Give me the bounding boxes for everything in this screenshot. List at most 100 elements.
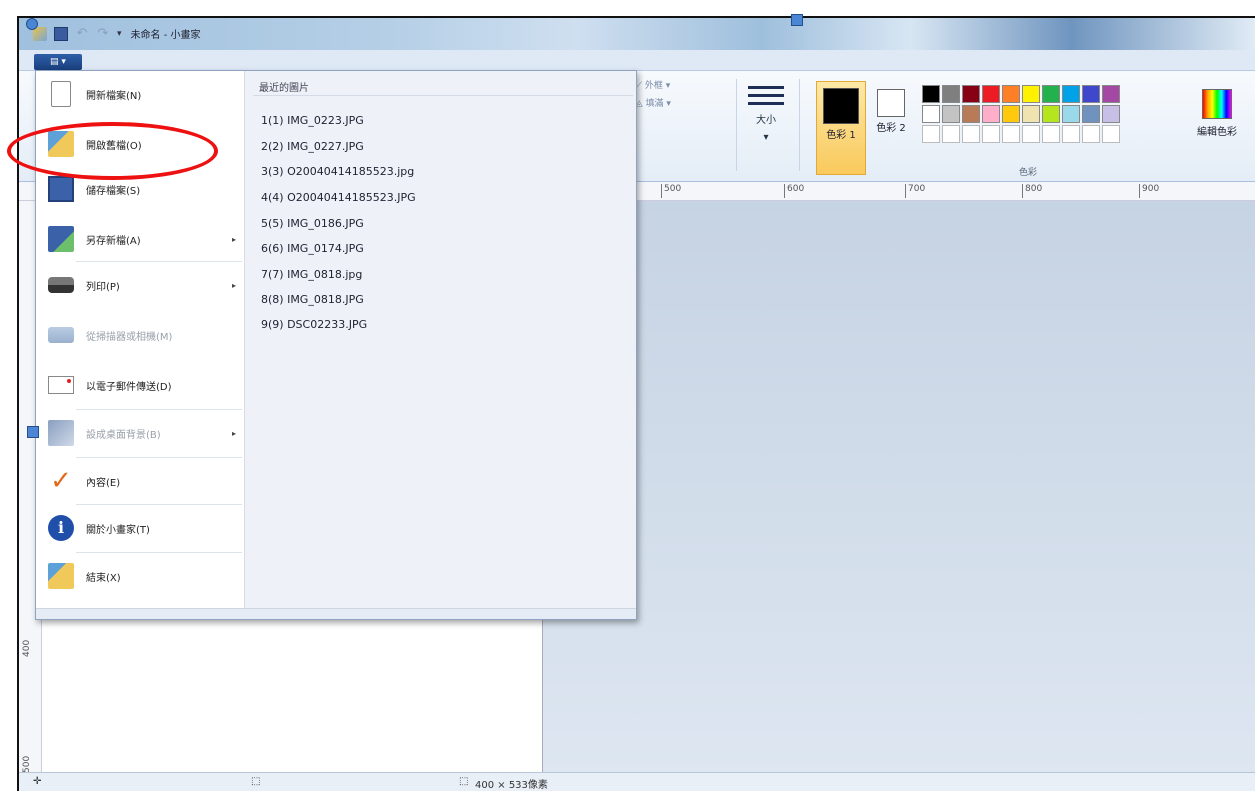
size-button[interactable]: 大小 ▾ [742,81,790,143]
custom-color-slot[interactable] [942,125,960,143]
color1-label: 色彩 1 [826,130,856,141]
customize-toolbar-icon[interactable]: ▾ [117,29,122,39]
palette-swatch[interactable] [922,85,940,103]
ruler-tick: 700 [905,184,925,198]
palette-swatch[interactable] [1042,85,1060,103]
recent-file-item[interactable]: 7(7) IMG_0818.jpg [261,268,362,281]
desktop-background-icon [48,420,74,446]
size-label: 大小 [756,115,776,126]
info-icon: i [48,515,74,541]
palette-swatch[interactable] [1102,105,1120,123]
palette-swatch[interactable] [1082,85,1100,103]
palette-swatch[interactable] [962,105,980,123]
palette-swatch[interactable] [922,105,940,123]
recent-file-item[interactable]: 4(4) O20040414185523.JPG [261,191,416,204]
chevron-down-icon: ▾ [763,132,769,143]
palette-swatch[interactable] [1042,105,1060,123]
menu-item-properties[interactable]: ✓ 內容(E) [36,461,244,501]
palette-swatch[interactable] [982,85,1000,103]
ribbon-tab-bar [19,50,1255,71]
image-size-icon: ⬚ [459,776,469,787]
palette-swatch[interactable] [1082,105,1100,123]
palette-swatch[interactable] [982,105,1000,123]
edit-colors-label: 編輯色彩 [1197,127,1237,138]
save-as-icon [48,226,74,252]
menu-separator [76,457,242,458]
palette-swatch[interactable] [1002,105,1020,123]
color-palette [922,85,1120,143]
properties-icon: ✓ [50,466,72,496]
recent-pictures-panel: 最近的圖片 1(1) IMG_0223.JPG 2(2) IMG_0227.JP… [245,71,636,609]
custom-color-slot[interactable] [1062,125,1080,143]
custom-color-slot[interactable] [1082,125,1100,143]
color2-button[interactable]: 色彩 2 [871,85,911,134]
recent-file-item[interactable]: 6(6) IMG_0174.JPG [261,242,364,255]
palette-swatch[interactable] [1022,105,1040,123]
custom-color-slot[interactable] [922,125,940,143]
custom-color-slot[interactable] [1042,125,1060,143]
recent-file-item[interactable]: 9(9) DSC02233.JPG [261,318,367,331]
ruler-tick: 900 [1139,184,1159,198]
submenu-arrow-icon: ▸ [231,280,236,290]
custom-color-slot[interactable] [982,125,1000,143]
submenu-arrow-icon: ▸ [231,234,236,244]
file-menu-footer [36,608,636,619]
menu-separator [76,552,242,553]
custom-color-slot[interactable] [1022,125,1040,143]
menu-item-save-as[interactable]: 另存新檔(A) ▸ [36,219,244,259]
menu-item-exit[interactable]: 結束(X) [36,556,244,596]
palette-swatch[interactable] [1062,85,1080,103]
ribbon-separator [799,79,800,171]
palette-swatch[interactable] [1022,85,1040,103]
scanner-icon [48,327,74,343]
color2-swatch [877,89,905,117]
window-title: 未命名 - 小畫家 [130,30,201,41]
menu-item-from-scanner[interactable]: 從掃描器或相機(M) [36,315,244,355]
custom-color-slot[interactable] [962,125,980,143]
palette-swatch[interactable] [942,85,960,103]
custom-color-slot[interactable] [1102,125,1120,143]
resize-handle[interactable] [27,426,39,438]
quick-access-toolbar: ↶ ↷ ▾ 未命名 - 小畫家 [33,26,201,41]
save-icon[interactable] [54,26,68,41]
menu-separator [76,261,242,262]
paint-menu-button[interactable]: ▤ ▾ [34,54,82,70]
menu-item-about[interactable]: i 關於小畫家(T) [36,508,244,548]
resize-handle[interactable] [26,18,38,30]
menu-item-send-email[interactable]: 以電子郵件傳送(D) [36,365,244,405]
highlight-circle [7,122,218,180]
color1-button[interactable]: 色彩 1 [816,81,866,175]
resize-handle[interactable] [791,14,803,26]
ruler-tick: 800 [1022,184,1042,198]
color1-swatch [823,88,859,124]
palette-swatch[interactable] [1002,85,1020,103]
edit-colors-button[interactable]: 編輯色彩 [1187,89,1247,138]
recent-file-item[interactable]: 8(8) IMG_0818.JPG [261,293,364,306]
recent-file-item[interactable]: 2(2) IMG_0227.JPG [261,140,364,153]
palette-swatch[interactable] [942,105,960,123]
menu-item-print[interactable]: 列印(P) ▸ [36,265,244,305]
recent-header-divider [253,95,633,96]
palette-swatch[interactable] [1062,105,1080,123]
menu-separator [76,504,242,505]
ruler-tick: 600 [784,184,804,198]
redo-icon[interactable]: ↷ [96,26,110,41]
menu-item-set-desktop-background[interactable]: 設成桌面背景(B) ▸ [36,413,244,453]
menu-separator [76,409,242,410]
palette-swatch[interactable] [1102,85,1120,103]
paint-window: ↶ ↷ ▾ 未命名 - 小畫家 ▤ ▾ ▫ · ⟋ 外框 ▾ ▫ · ◬ 填滿 … [17,16,1255,791]
title-bar: ↶ ↷ ▾ 未命名 - 小畫家 [19,18,1255,50]
ruler-tick: 400 [22,639,32,657]
line-size-icon [742,86,790,105]
undo-icon[interactable]: ↶ [75,26,89,41]
recent-file-item[interactable]: 3(3) O20040414185523.jpg [261,165,414,178]
recent-file-item[interactable]: 5(5) IMG_0186.JPG [261,217,364,230]
email-icon [48,376,74,394]
palette-swatch[interactable] [962,85,980,103]
selection-size-icon: ⬚ [251,776,261,787]
recent-file-item[interactable]: 1(1) IMG_0223.JPG [261,114,364,127]
menu-item-new[interactable]: 開新檔案(N) [36,74,244,114]
submenu-arrow-icon: ▸ [231,428,236,438]
ruler-tick: 500 [22,755,32,773]
custom-color-slot[interactable] [1002,125,1020,143]
